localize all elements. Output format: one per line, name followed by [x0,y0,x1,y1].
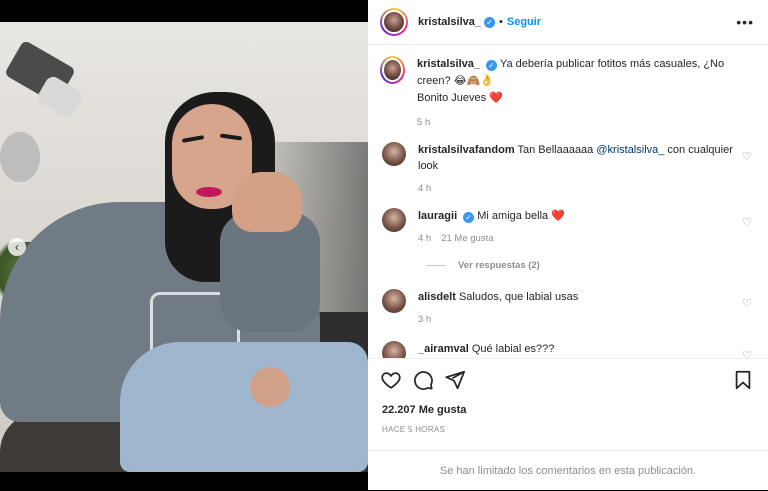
comment-item: lauragii ✓ Mi amiga bella ❤️ 4 h 21 Me gu… [382,208,758,247]
comment-item: alisdelt Saludos, que labial usas 3 h ♡ [382,289,758,328]
header-dot: • [499,16,503,28]
post-caption: kristalsilva_ ✓ Ya debería publicar foti… [380,56,756,131]
comment-avatar[interactable] [382,341,406,358]
verified-badge-icon: ✓ [484,16,495,28]
post-header: kristalsilva_ ✓ • Seguir ••• [368,0,768,45]
caption-username[interactable]: kristalsilva_ [417,58,480,70]
caption-avatar[interactable] [380,56,406,84]
photo-jeans [120,342,368,472]
comment-text: Mi amiga bella ❤️ [477,210,565,222]
comment-mention[interactable]: @kristalsilva_ [596,144,664,156]
photo-hand [232,172,302,232]
action-buttons [380,369,756,393]
comment-item: kristalsilvafandom Tan Bellaaaaaa @krist… [382,142,758,197]
like-comment-icon[interactable]: ♡ [742,349,752,358]
share-icon[interactable] [444,369,466,391]
caption-time: 5 h [417,117,431,128]
author-username[interactable]: kristalsilva_ [418,16,481,28]
comment-avatar[interactable] [382,142,406,166]
like-comment-icon[interactable]: ♡ [742,150,752,163]
like-comment-icon[interactable]: ♡ [742,216,752,229]
comment-time: 3 h [418,314,432,325]
comment-icon[interactable] [412,369,434,391]
view-replies-button[interactable]: Ver respuestas (2) [426,260,540,271]
like-count[interactable]: 22.207 Me gusta [382,404,466,416]
author-avatar[interactable] [380,8,408,36]
verified-badge-icon: ✓ [486,60,498,71]
verified-badge-icon: ✓ [463,212,475,223]
comment-time: 4 h [418,183,432,194]
more-options-icon[interactable]: ••• [736,14,754,30]
like-comment-icon[interactable]: ♡ [742,297,752,310]
comment-username[interactable]: _airamval [418,343,469,355]
follow-button[interactable]: Seguir [507,16,541,28]
post-photo[interactable] [0,22,368,472]
comment-avatar[interactable] [382,208,406,232]
comment-username[interactable]: alisdelt [418,291,456,303]
post-actions-section: 22.207 Me gusta HACE 5 HORAS [368,358,768,434]
comment-username[interactable]: lauragii [418,210,457,222]
comment-item: _airamval Qué labial es??? ♡ [382,341,758,358]
comment-text: Qué labial es??? [471,343,555,355]
photo-lips [196,187,222,197]
post-side-panel: kristalsilva_ ✓ • Seguir ••• kristalsilv… [368,0,768,490]
caption-line2: Bonito Jueves ❤️ [417,92,503,104]
photo-knee [250,367,290,407]
comment-username[interactable]: kristalsilvafandom [418,144,515,156]
comment-text: Tan Bellaaaaaa [517,144,594,156]
comment-avatar[interactable] [382,289,406,313]
comment-time: 4 h [418,233,432,244]
comment-text: Saludos, que labial usas [458,291,579,303]
post-media: ‹ [0,0,368,490]
photo-lamp [0,132,40,182]
comments-limited-notice: Se han limitado los comentarios en esta … [368,450,768,490]
bookmark-icon[interactable] [732,369,754,391]
post-timestamp[interactable]: HACE 5 HORAS [382,425,445,434]
heart-icon[interactable] [380,369,402,391]
view-replies-label: Ver respuestas (2) [458,260,540,271]
comments-list[interactable]: kristalsilva_ ✓ Ya debería publicar foti… [368,46,768,358]
replies-divider [426,265,446,266]
comment-like-count[interactable]: 21 Me gusta [441,233,493,244]
previous-photo-button[interactable]: ‹ [8,238,26,256]
